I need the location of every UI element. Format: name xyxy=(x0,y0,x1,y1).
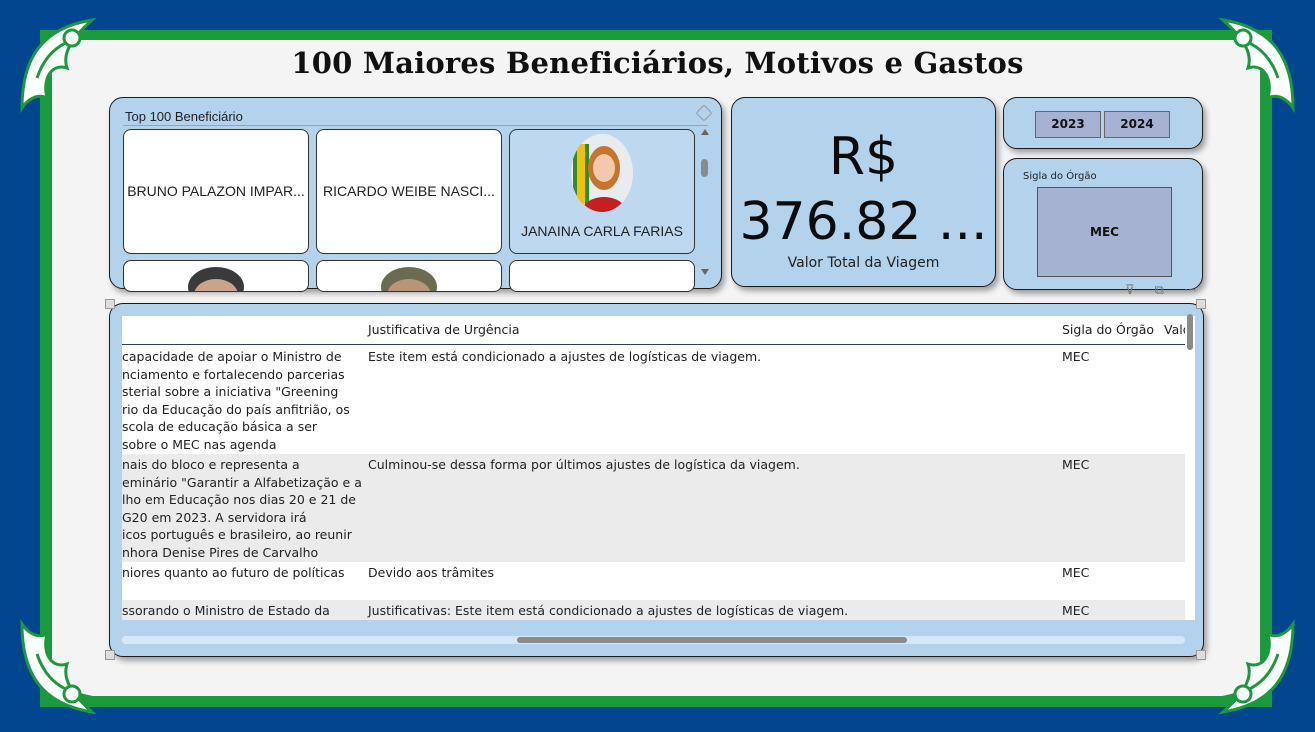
table-horizontal-scrollbar[interactable] xyxy=(122,636,1185,644)
beneficiario-card[interactable] xyxy=(509,260,695,292)
scroll-thumb[interactable] xyxy=(517,637,907,643)
valor-total-card: R$ 376.82 ... Valor Total da Viagem xyxy=(731,97,996,287)
slicer-title: Sigla do Órgão xyxy=(1023,171,1097,182)
visual-toolbar[interactable]: ⊽ ⧉ ⋯ xyxy=(1125,283,1205,298)
motivo-cell: ssorando o Ministro de Estado da xyxy=(122,603,330,618)
slicer-title: Top 100 Beneficiário xyxy=(125,109,243,124)
beneficiario-name: BRUNO PALAZON IMPAR... xyxy=(127,183,305,199)
clear-selection-icon[interactable] xyxy=(695,104,713,122)
divider xyxy=(123,125,708,126)
kpi-value: 376.82 ... xyxy=(739,192,988,252)
justificativa-cell: Culminou-se dessa forma por últimos ajus… xyxy=(368,457,800,472)
orgao-slicer: Sigla do Órgão MEC xyxy=(1003,158,1203,290)
year-button-2024[interactable]: 2024 xyxy=(1104,111,1170,138)
scroll-up-icon[interactable] xyxy=(701,129,709,135)
resize-handle[interactable] xyxy=(105,650,115,660)
orgao-option-mec[interactable]: MEC xyxy=(1037,187,1172,277)
table-row[interactable]: capacidade de apoiar o Ministro de nciam… xyxy=(122,346,1185,454)
scroll-thumb[interactable] xyxy=(701,159,708,177)
column-header-justificativa[interactable]: Justificativa de Urgência xyxy=(368,322,520,337)
table-body: Justificativa de Urgência Sigla do Órgão… xyxy=(122,316,1185,620)
ornament-bottom-left-icon xyxy=(20,618,103,715)
table-vertical-scrollbar[interactable] xyxy=(1185,314,1195,620)
justificativa-cell: Justificativas: Este item está condicion… xyxy=(368,603,849,618)
column-header-valor[interactable]: Valo xyxy=(1164,322,1185,337)
beneficiario-card[interactable]: RICARDO WEIBE NASCI... xyxy=(316,129,502,254)
avatar xyxy=(571,134,633,212)
beneficiario-card[interactable] xyxy=(123,260,309,292)
table-header: Justificativa de Urgência Sigla do Órgão… xyxy=(122,316,1185,345)
beneficiario-name: RICARDO WEIBE NASCI... xyxy=(323,183,495,199)
beneficiario-name: JANAINA CARLA FARIAS xyxy=(521,223,683,239)
sigla-cell: MEC xyxy=(1062,457,1090,472)
motivo-cell: niores quanto ao futuro de políticas xyxy=(122,565,345,580)
table-footer xyxy=(122,620,1185,632)
ornament-bottom-right-icon xyxy=(1212,618,1295,715)
table-row[interactable]: niores quanto ao futuro de políticas Dev… xyxy=(122,562,1185,600)
justificativa-cell: Devido aos trâmites xyxy=(368,565,494,580)
motivo-cell: nais do bloco e representa a eminário "G… xyxy=(122,457,362,560)
table-row[interactable]: ssorando o Ministro de Estado da Justifi… xyxy=(122,600,1185,620)
year-slicer: 2023 2024 xyxy=(1003,97,1203,149)
scroll-down-icon[interactable] xyxy=(701,269,709,275)
justificativa-cell: Este item está condicionado a ajustes de… xyxy=(368,349,762,364)
year-button-2023[interactable]: 2023 xyxy=(1035,111,1101,138)
kpi-currency: R$ xyxy=(828,127,899,187)
kpi-label: Valor Total da Viagem xyxy=(787,255,940,271)
beneficiario-card-selected[interactable]: JANAINA CARLA FARIAS xyxy=(509,129,695,254)
resize-handle[interactable] xyxy=(1196,299,1206,309)
beneficiario-card[interactable] xyxy=(316,260,502,292)
sigla-cell: MEC xyxy=(1062,603,1090,618)
resize-handle[interactable] xyxy=(105,299,115,309)
column-header-sigla[interactable]: Sigla do Órgão xyxy=(1062,322,1154,337)
slicer-scrollbar[interactable] xyxy=(698,126,710,278)
beneficiario-slicer: Top 100 Beneficiário BRUNO PALAZON IMPAR… xyxy=(109,97,722,292)
table-row[interactable]: nais do bloco e representa a eminário "G… xyxy=(122,454,1185,562)
motivo-cell: capacidade de apoiar o Ministro de nciam… xyxy=(122,349,350,452)
justificativas-table: Justificativa de Urgência Sigla do Órgão… xyxy=(109,303,1204,657)
beneficiario-card[interactable]: BRUNO PALAZON IMPAR... xyxy=(123,129,309,254)
resize-handle[interactable] xyxy=(1196,650,1206,660)
sigla-cell: MEC xyxy=(1062,349,1090,364)
page-title: 100 Maiores Beneficiários, Motivos e Gas… xyxy=(291,46,1024,80)
sigla-cell: MEC xyxy=(1062,565,1090,580)
scroll-thumb[interactable] xyxy=(1187,314,1193,350)
